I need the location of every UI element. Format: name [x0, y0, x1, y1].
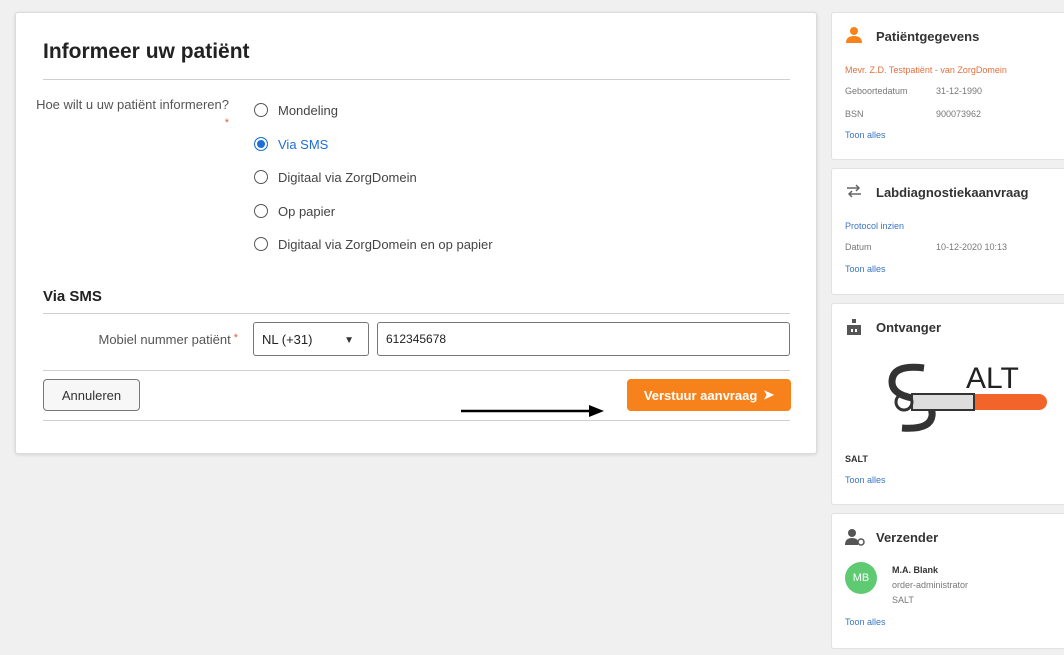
patient-show-all-link[interactable]: Toon alles [845, 130, 886, 140]
patient-name: Mevr. Z.D. Testpatiënt - van ZorgDomein [845, 65, 1007, 75]
radio-via-sms[interactable]: Via SMS [254, 134, 328, 154]
receiver-name: SALT [845, 454, 868, 464]
inform-patient-card: Informeer uw patiënt Hoe wilt u uw patië… [15, 12, 817, 454]
receiver-card-title: Ontvanger [876, 320, 942, 335]
date-label: Datum [845, 242, 872, 252]
exchange-arrows-icon [847, 184, 861, 198]
radio-label: Digitaal via ZorgDomein [278, 169, 417, 185]
radio-circle-selected[interactable] [254, 137, 268, 151]
sender-role: order-administrator [892, 580, 969, 590]
arrow-right-icon [461, 405, 604, 417]
radio-digitaal[interactable]: Digitaal via ZorgDomein [254, 167, 417, 187]
required-marker: * [224, 117, 229, 129]
patient-card: Patiëntgegevens Mevr. Z.D. Testpatiënt -… [831, 12, 1064, 160]
phone-number-value: 612345678 [386, 332, 447, 346]
inform-method-label: Hoe wilt u uw patiënt informeren?* [36, 97, 229, 129]
logo-text: ALT [966, 362, 1019, 395]
bsn-label: BSN [845, 109, 864, 119]
phone-number-input[interactable]: 612345678 [377, 322, 790, 356]
lab-request-card: Labdiagnostiekaanvraag Protocol inzien D… [831, 168, 1064, 295]
radio-circle[interactable] [254, 237, 268, 251]
section-title-sms: Via SMS [43, 288, 102, 305]
sender-show-all-link[interactable]: Toon alles [845, 617, 886, 627]
paper-plane-icon: ➤ [763, 387, 775, 402]
sender-org: SALT [892, 595, 914, 605]
hospital-icon [847, 319, 861, 335]
salt-logo: ALT [888, 362, 1047, 432]
sender-name: M.A. Blank [892, 565, 939, 575]
receiver-show-all-link[interactable]: Toon alles [845, 475, 886, 485]
divider [43, 79, 790, 80]
protocol-link[interactable]: Protocol inzien [845, 221, 904, 231]
bsn-value: 900073962 [936, 109, 982, 119]
radio-digitaal-en-papier[interactable]: Digitaal via ZorgDomein en op papier [254, 234, 493, 254]
dob-value: 31-12-1990 [936, 86, 983, 96]
caret-down-icon: ▼ [344, 335, 354, 346]
sender-card-title: Verzender [876, 530, 939, 545]
receiver-card: Ontvanger ALT SALT Toon alles [831, 303, 1064, 505]
sender-card: Verzender MB M.A. Blank order-administra… [831, 513, 1064, 649]
page-title: Informeer uw patiënt [43, 40, 250, 63]
radio-op-papier[interactable]: Op papier [254, 201, 335, 221]
send-label: Verstuur aanvraag [643, 387, 758, 403]
radio-circle[interactable] [254, 170, 268, 184]
cancel-button[interactable]: Annuleren [43, 379, 140, 411]
send-request-button[interactable]: Verstuur aanvraag ➤ [627, 379, 791, 411]
divider [43, 370, 790, 371]
phone-label: Mobiel nummer patiënt * [98, 332, 238, 347]
radio-mondeling[interactable]: Mondeling [254, 100, 338, 120]
radio-circle[interactable] [254, 103, 268, 117]
radio-label: Digitaal via ZorgDomein en op papier [278, 236, 493, 252]
user-cog-icon [845, 529, 865, 546]
divider [43, 420, 790, 421]
country-code-select[interactable]: NL (+31) ▼ [253, 322, 369, 356]
radio-label: Mondeling [278, 102, 338, 118]
required-marker: * [233, 332, 238, 344]
lab-show-all-link[interactable]: Toon alles [845, 264, 886, 274]
lab-card-title: Labdiagnostiekaanvraag [876, 185, 1029, 200]
radio-label: Op papier [278, 203, 336, 219]
person-icon [846, 27, 862, 43]
radio-circle[interactable] [254, 204, 268, 218]
divider [43, 313, 790, 314]
radio-label: Via SMS [278, 136, 329, 152]
date-value: 10-12-2020 10:13 [936, 242, 1008, 252]
patient-card-title: Patiëntgegevens [876, 29, 980, 44]
country-code-value: NL (+31) [262, 331, 313, 347]
dob-label: Geboortedatum [845, 86, 908, 96]
avatar: MB [845, 562, 877, 594]
